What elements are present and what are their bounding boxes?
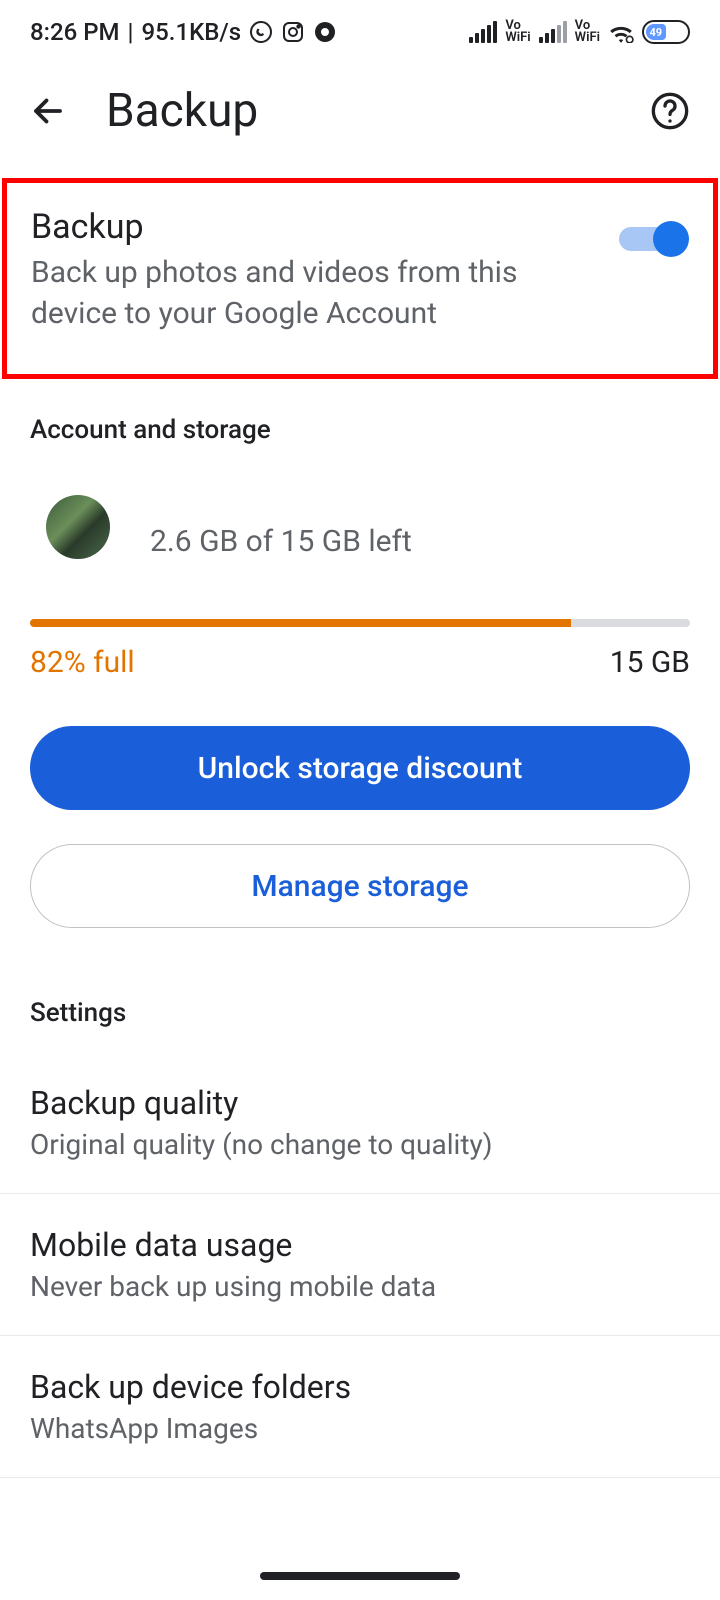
whatsapp-icon xyxy=(249,20,273,44)
percent-full-label: 82% full xyxy=(30,645,135,680)
total-storage-label: 15 GB xyxy=(610,645,690,680)
status-speed: 95.1KB/s xyxy=(142,18,242,46)
manage-storage-button[interactable]: Manage storage xyxy=(30,844,690,928)
status-left: 8:26 PM | 95.1KB/s xyxy=(30,18,337,46)
back-icon[interactable] xyxy=(30,93,66,129)
vowifi-2-icon: VoWiFi xyxy=(575,20,600,44)
backup-toggle-title: Backup xyxy=(31,207,603,247)
backup-toggle-row[interactable]: Backup Back up photos and videos from th… xyxy=(2,178,718,379)
page-title: Backup xyxy=(106,84,610,138)
section-header-settings: Settings xyxy=(0,928,720,1052)
storage-buttons: Unlock storage discount Manage storage xyxy=(0,696,720,928)
status-divider: | xyxy=(128,18,134,46)
account-row[interactable]: 2.6 GB of 15 GB left xyxy=(0,465,720,569)
setting-mobile-data[interactable]: Mobile data usage Never back up using mo… xyxy=(0,1194,720,1336)
storage-remaining-text: 2.6 GB of 15 GB left xyxy=(150,524,412,559)
storage-progress: 82% full 15 GB xyxy=(0,569,720,696)
progress-bar xyxy=(30,619,690,627)
signal-1-icon xyxy=(469,21,497,43)
instagram-icon xyxy=(281,20,305,44)
battery-level: 49 xyxy=(646,24,666,40)
setting-title: Backup quality xyxy=(30,1084,690,1122)
vowifi-1-icon: VoWiFi xyxy=(505,20,530,44)
backup-toggle-switch[interactable] xyxy=(619,221,689,257)
backup-toggle-subtitle: Back up photos and videos from this devi… xyxy=(31,253,603,334)
setting-subtitle: Original quality (no change to quality) xyxy=(30,1128,690,1161)
setting-subtitle: WhatsApp Images xyxy=(30,1412,690,1445)
unlock-storage-button[interactable]: Unlock storage discount xyxy=(30,726,690,810)
setting-device-folders[interactable]: Back up device folders WhatsApp Images xyxy=(0,1336,720,1478)
chrome-icon xyxy=(313,20,337,44)
setting-backup-quality[interactable]: Backup quality Original quality (no chan… xyxy=(0,1052,720,1194)
status-right: VoWiFi VoWiFi 49 xyxy=(469,20,690,44)
wifi-icon xyxy=(608,21,634,43)
progress-labels: 82% full 15 GB xyxy=(30,645,690,680)
navigation-handle[interactable] xyxy=(260,1572,460,1580)
status-time: 8:26 PM xyxy=(30,18,120,46)
setting-title: Back up device folders xyxy=(30,1368,690,1406)
progress-fill xyxy=(30,619,571,627)
app-bar: Backup xyxy=(0,64,720,178)
backup-toggle-text: Backup Back up photos and videos from th… xyxy=(31,207,603,334)
avatar xyxy=(46,495,110,559)
setting-subtitle: Never back up using mobile data xyxy=(30,1270,690,1303)
setting-title: Mobile data usage xyxy=(30,1226,690,1264)
signal-2-icon xyxy=(539,21,567,43)
battery-icon: 49 xyxy=(642,20,690,44)
status-bar: 8:26 PM | 95.1KB/s VoWiFi VoWiFi 49 xyxy=(0,0,720,64)
section-header-account: Account and storage xyxy=(0,379,720,465)
help-icon[interactable] xyxy=(650,91,690,131)
